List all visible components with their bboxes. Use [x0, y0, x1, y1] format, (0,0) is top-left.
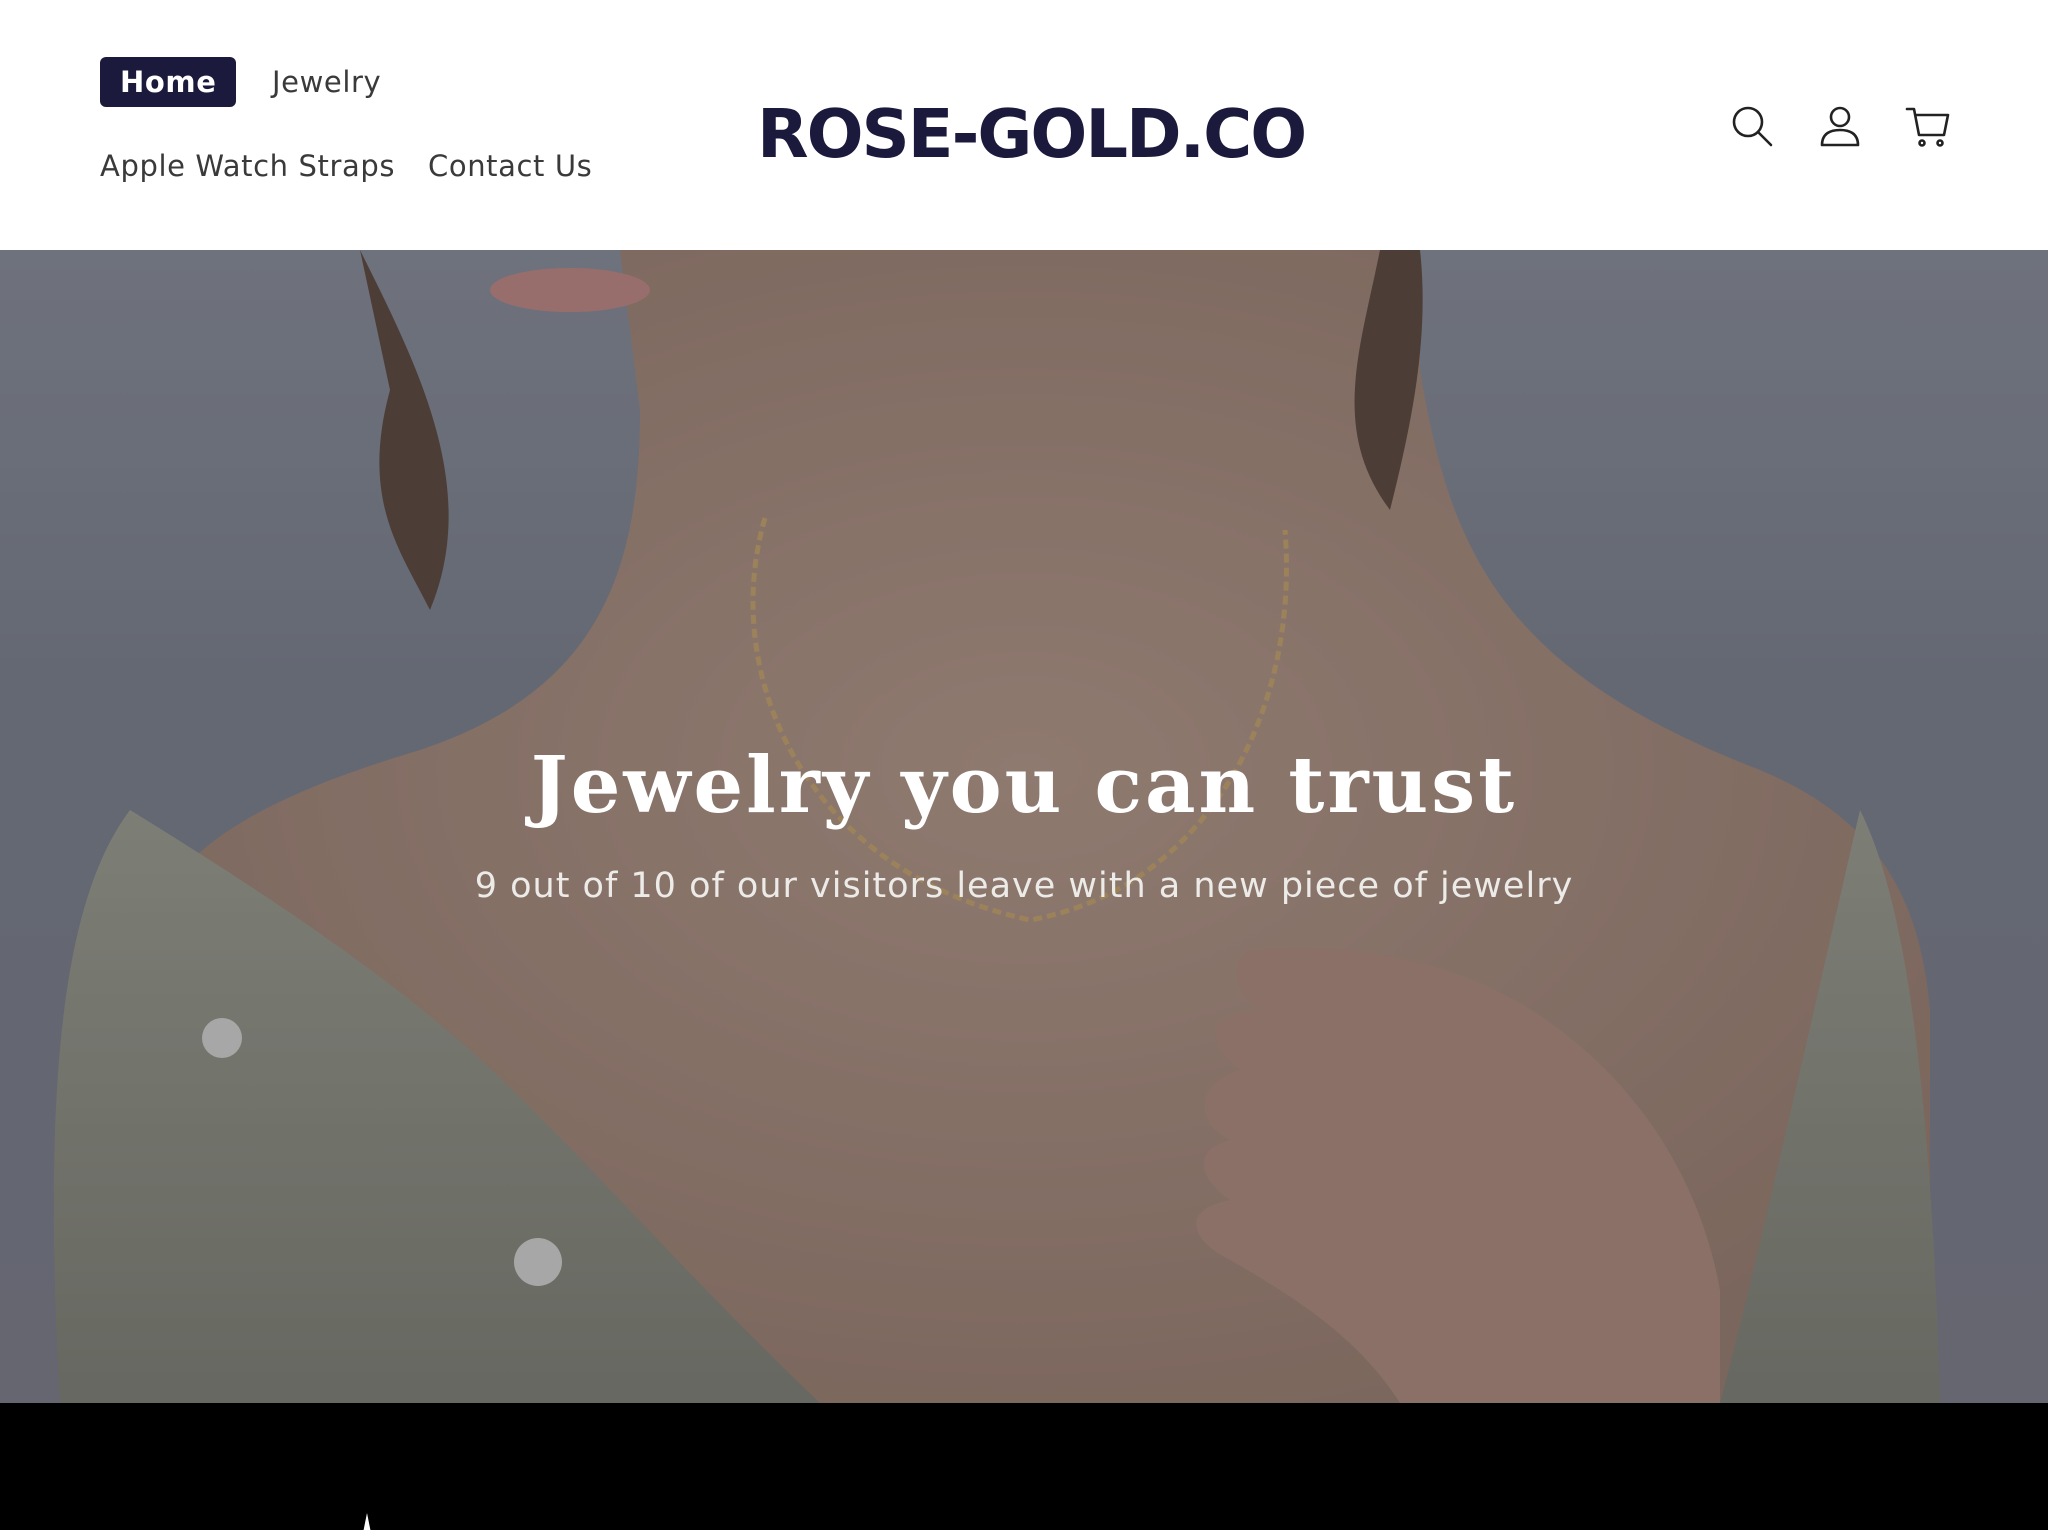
- site-logo[interactable]: ROSE-GOLD.CO: [757, 92, 1307, 176]
- star-icon: [363, 1513, 371, 1530]
- cart-button[interactable]: [1902, 100, 1954, 152]
- cart-icon: [1905, 107, 1950, 147]
- nav-contact-us[interactable]: Contact Us: [428, 148, 592, 184]
- footer-band: [0, 1403, 2048, 1530]
- hero-banner: Jewelry you can trust 9 out of 10 of our…: [0, 250, 2048, 1403]
- site-header: Home Jewelry Apple Watch Straps Contact …: [0, 0, 2048, 250]
- search-button[interactable]: [1726, 100, 1778, 152]
- nav-jewelry[interactable]: Jewelry: [272, 64, 381, 100]
- hero-subtitle: 9 out of 10 of our visitors leave with a…: [474, 866, 1574, 906]
- search-icon: [1732, 106, 1773, 147]
- nav-home[interactable]: Home: [100, 57, 237, 107]
- account-button[interactable]: [1814, 100, 1866, 152]
- main-nav: Home Jewelry Apple Watch Straps Contact …: [0, 0, 700, 250]
- hero-title: Jewelry you can trust: [530, 740, 1518, 831]
- nav-apple-watch-straps[interactable]: Apple Watch Straps: [100, 148, 395, 184]
- account-icon: [1820, 106, 1860, 147]
